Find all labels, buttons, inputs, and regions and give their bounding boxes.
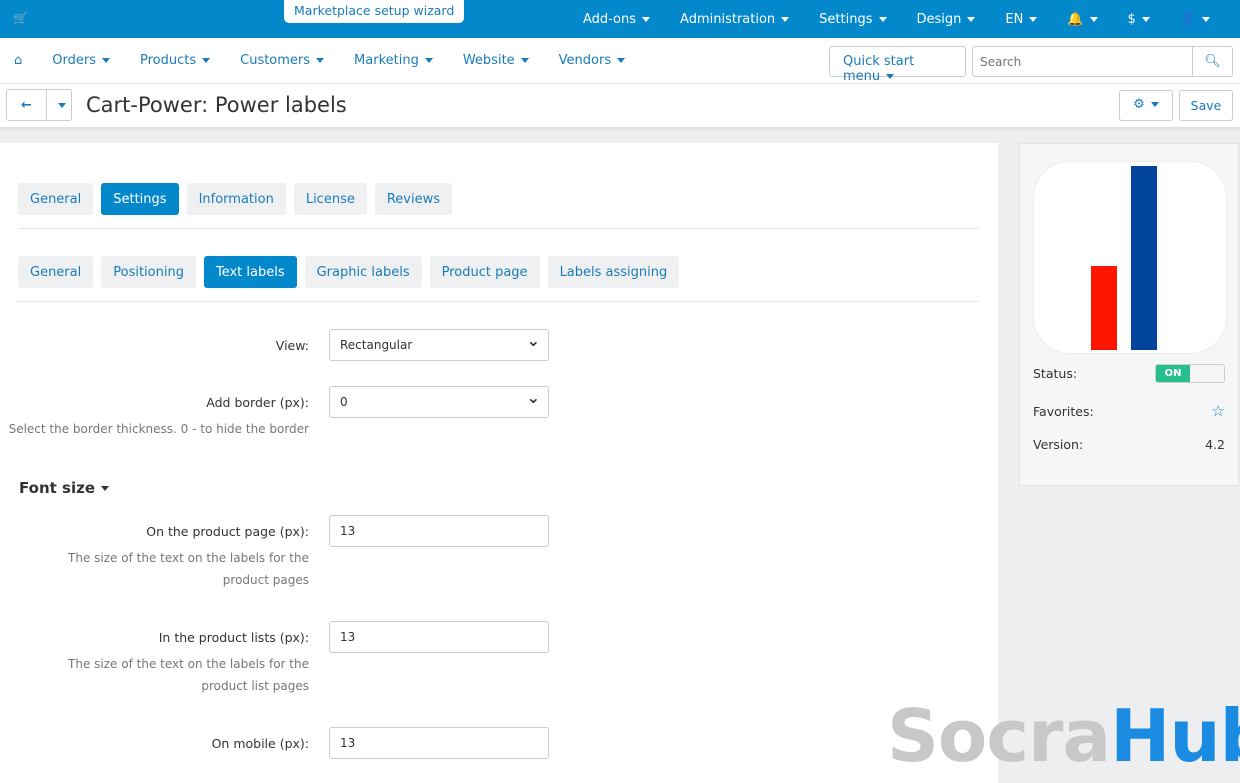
tab-settings[interactable]: Settings [101, 183, 179, 215]
view-label: View: [275, 338, 309, 353]
search-input[interactable] [973, 47, 1192, 76]
nav-customers[interactable]: Customers [240, 53, 324, 68]
lists-label: In the product lists (px): [158, 630, 309, 645]
search-icon[interactable]: 🔍︎ [1192, 47, 1232, 76]
menu-addons[interactable]: Add-ons [583, 12, 650, 27]
tab-license[interactable]: License [293, 183, 367, 215]
user-icon[interactable]: 👤 [1180, 12, 1210, 27]
tab-reviews[interactable]: Reviews [374, 183, 452, 215]
cart-icon[interactable]: 🛒 [13, 11, 28, 25]
product-page-label: On the product page (px): [146, 524, 309, 539]
tab-general[interactable]: General [18, 183, 94, 215]
border-select[interactable]: 0 [329, 386, 549, 418]
subtab-text-labels[interactable]: Text labels [203, 256, 297, 288]
back-arrow-icon[interactable]: ← [7, 90, 47, 120]
menu-design[interactable]: Design [917, 12, 976, 27]
divider [18, 301, 979, 302]
socrahub-watermark: SocraHub [887, 694, 1240, 778]
home-icon[interactable]: ⌂ [14, 53, 22, 68]
back-dropdown[interactable] [47, 90, 71, 120]
view-select[interactable]: Rectangular [329, 329, 549, 361]
star-icon[interactable]: ☆ [1212, 402, 1225, 420]
menu-settings[interactable]: Settings [819, 12, 886, 27]
subtab-positioning[interactable]: Positioning [101, 256, 196, 288]
back-button-group: ← [6, 89, 72, 121]
divider [18, 228, 979, 229]
product-page-input[interactable]: 13 [329, 515, 549, 547]
tab-information[interactable]: Information [186, 183, 286, 215]
subtab-general[interactable]: General [18, 256, 94, 288]
menu-language[interactable]: EN [1005, 12, 1037, 27]
page-title: Cart-Power: Power labels [86, 93, 347, 117]
menu-currency[interactable]: $ [1128, 12, 1150, 27]
subtab-graphic-labels[interactable]: Graphic labels [304, 256, 422, 288]
main-nav: ⌂ Orders Products Customers Marketing We… [0, 38, 1240, 84]
subtab-labels-assigning[interactable]: Labels assigning [547, 256, 680, 288]
nav-website[interactable]: Website [463, 53, 529, 68]
menu-administration[interactable]: Administration [680, 12, 789, 27]
top-bar: 🛒 Marketplace setup wizard Add-ons Admin… [0, 0, 1240, 38]
mobile-label: On mobile (px): [211, 736, 309, 751]
gear-icon[interactable]: ⚙ [1119, 90, 1173, 121]
border-label: Add border (px): [206, 395, 309, 410]
nav-products[interactable]: Products [140, 53, 210, 68]
status-toggle[interactable]: ON [1155, 364, 1225, 383]
status-label: Status: [1033, 366, 1078, 381]
mobile-input[interactable]: 13 [329, 727, 549, 759]
search-box: 🔍︎ [972, 46, 1233, 77]
addon-sidebar: Status: ON Favorites: ☆ Version: 4.2 [1019, 143, 1239, 486]
title-bar: ← Cart-Power: Power labels ⚙ Save [0, 84, 1240, 127]
save-button[interactable]: Save [1179, 90, 1233, 121]
lists-input[interactable]: 13 [329, 621, 549, 653]
addon-logo [1034, 162, 1226, 353]
nav-vendors[interactable]: Vendors [559, 53, 625, 68]
subtab-product-page[interactable]: Product page [429, 256, 540, 288]
nav-marketing[interactable]: Marketing [354, 53, 433, 68]
main-panel: General Settings Information License Rev… [0, 143, 998, 783]
favorites-label: Favorites: [1033, 403, 1094, 419]
marketplace-wizard-button[interactable]: Marketplace setup wizard [284, 0, 465, 23]
product-page-hint: The size of the text on the labels for t… [68, 551, 309, 587]
quick-start-menu[interactable]: Quick start menu [829, 46, 966, 84]
border-hint: Select the border thickness. 0 - to hide… [8, 422, 309, 436]
nav-orders[interactable]: Orders [52, 53, 110, 68]
font-size-heading[interactable]: Font size [19, 479, 109, 497]
version-label: Version: [1033, 437, 1084, 452]
lists-hint: The size of the text on the labels for t… [68, 657, 309, 693]
bell-icon[interactable]: 🔔 [1067, 12, 1097, 27]
version-value: 4.2 [1205, 437, 1225, 452]
